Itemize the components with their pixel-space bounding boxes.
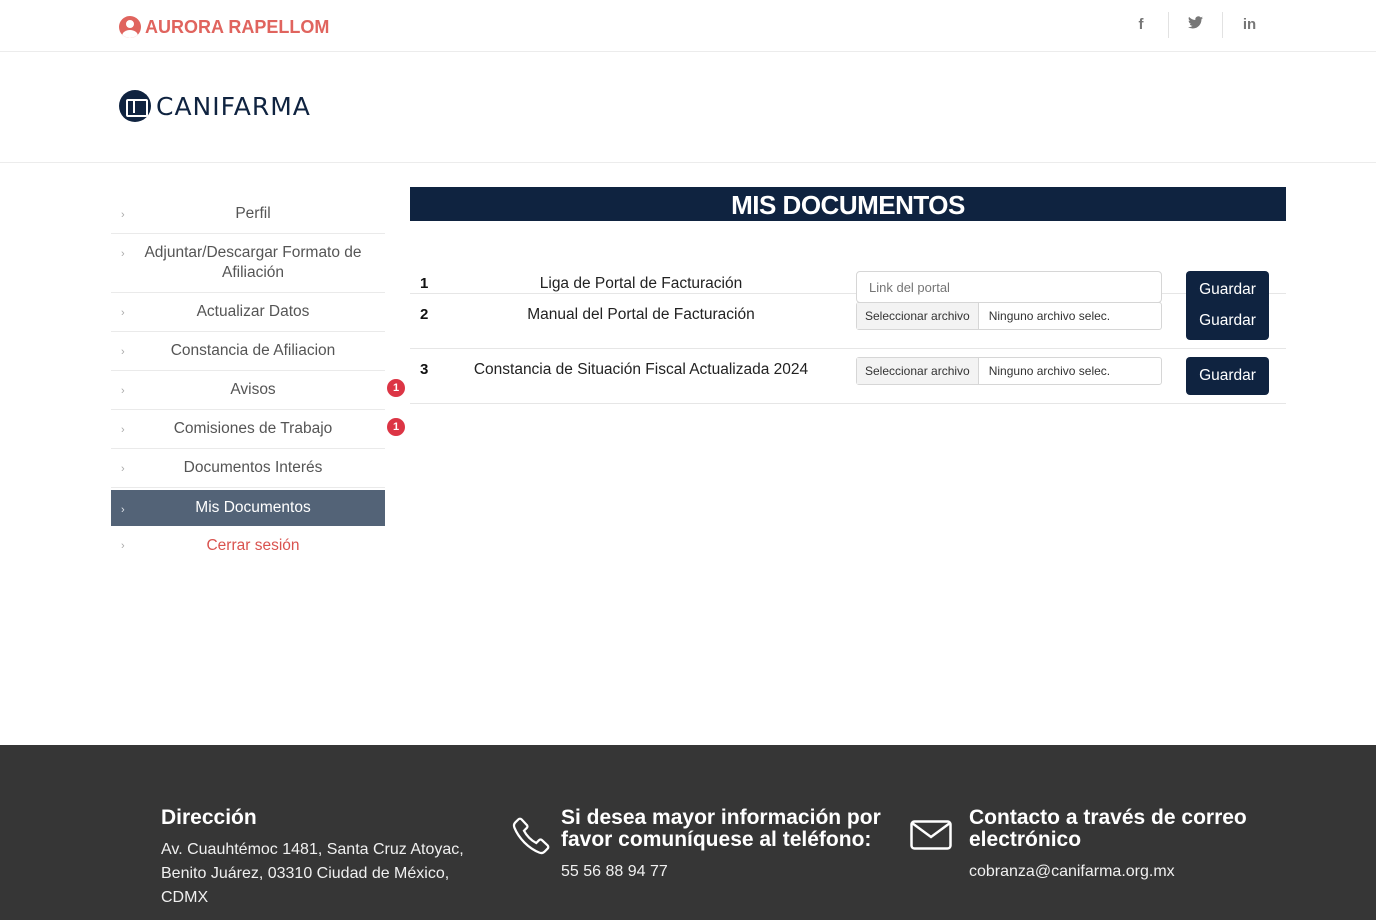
document-row: 2 Manual del Portal de Facturación Selec…: [410, 294, 1286, 349]
user-circle-icon: [119, 16, 141, 38]
file-input[interactable]: Seleccionar archivo Ninguno archivo sele…: [856, 302, 1162, 330]
facebook-icon[interactable]: f: [1114, 12, 1168, 38]
file-status-text: Ninguno archivo selec.: [988, 364, 1111, 378]
social-links: f in: [1114, 12, 1276, 38]
main-content: MIS DOCUMENTOS 1 Liga de Portal de Factu…: [410, 187, 1286, 404]
site-footer: Dirección Av. Cuauhtémoc 1481, Santa Cru…: [0, 745, 1376, 920]
email-title: Contacto a través de correo electrónico: [969, 807, 1289, 851]
sidebar-item-constancia[interactable]: › Constancia de Afiliacion: [111, 332, 385, 371]
select-file-button[interactable]: Seleccionar archivo: [857, 358, 979, 384]
canifarma-logo[interactable]: CANIFARMA: [119, 90, 311, 122]
twitter-icon[interactable]: [1168, 12, 1222, 38]
phone-number[interactable]: 55 56 88 94 77: [561, 860, 901, 884]
sidebar-item-label: Actualizar Datos: [196, 303, 310, 320]
phone-title: Si desea mayor información por favor com…: [561, 807, 901, 851]
sidebar-item-formato-afiliacion[interactable]: › Adjuntar/Descargar Formato de Afiliaci…: [111, 234, 385, 293]
address-line: Benito Juárez, 03310 Ciudad de México,: [161, 865, 450, 882]
document-name: Constancia de Situación Fiscal Actualiza…: [473, 361, 809, 378]
sidebar-item-label: Documentos Interés: [183, 459, 323, 476]
chevron-right-icon: ›: [121, 346, 125, 358]
sidebar-item-actualizar-datos[interactable]: › Actualizar Datos: [111, 293, 385, 332]
sidebar-item-label: Constancia de Afiliacion: [170, 342, 336, 359]
email-address[interactable]: cobranza@canifarma.org.mx: [969, 860, 1289, 884]
address-text: Av. Cuauhtémoc 1481, Santa Cruz Atoyac, …: [161, 838, 481, 910]
envelope-icon: [910, 820, 952, 850]
page-title: MIS DOCUMENTOS: [410, 187, 1286, 221]
sidebar-item-avisos[interactable]: › Avisos 1: [111, 371, 407, 410]
sidebar-item-documentos-interes[interactable]: › Documentos Interés: [111, 449, 385, 488]
file-input[interactable]: Seleccionar archivo Ninguno archivo sele…: [856, 357, 1162, 385]
address-line: Av. Cuauhtémoc 1481, Santa Cruz Atoyac,: [161, 841, 464, 858]
notification-badge: 1: [385, 416, 407, 438]
row-number: 3: [420, 361, 429, 378]
chevron-right-icon: ›: [121, 385, 125, 397]
phone-title-line: Si desea mayor información por: [561, 806, 881, 829]
email-title-line: electrónico: [969, 828, 1082, 851]
chevron-right-icon: ›: [121, 209, 125, 221]
user-name: AURORA RAPELLOM: [145, 16, 330, 37]
chevron-right-icon: ›: [121, 424, 125, 436]
document-row: 3 Constancia de Situación Fiscal Actuali…: [410, 349, 1286, 404]
sidebar-item-label: Mis Documentos: [195, 499, 311, 516]
sidebar-item-label: Perfil: [235, 205, 271, 222]
phone-icon: [512, 817, 550, 855]
document-row: 1 Liga de Portal de Facturación Guardar: [410, 221, 1286, 309]
chevron-right-icon: ›: [121, 504, 125, 516]
phone-title-line: favor comuníquese al teléfono:: [561, 828, 872, 851]
document-name: Manual del Portal de Facturación: [527, 306, 755, 323]
footer-phone: Si desea mayor información por favor com…: [561, 807, 901, 884]
save-button[interactable]: Guardar: [1186, 302, 1269, 340]
row-number: 2: [420, 306, 429, 323]
sidebar-item-comisiones[interactable]: › Comisiones de Trabajo 1: [111, 410, 407, 449]
sidebar-item-label: Comisiones de Trabajo: [173, 420, 333, 437]
sidebar-item-mis-documentos[interactable]: › Mis Documentos: [111, 490, 385, 526]
footer-address: Dirección Av. Cuauhtémoc 1481, Santa Cru…: [161, 807, 481, 910]
save-button[interactable]: Guardar: [1186, 357, 1269, 395]
logo-mark-icon: [119, 90, 151, 122]
chevron-right-icon: ›: [121, 307, 125, 319]
select-file-button[interactable]: Seleccionar archivo: [857, 303, 979, 329]
sidebar-item-cerrar-sesion[interactable]: › Cerrar sesión: [111, 526, 385, 565]
footer-email: Contacto a través de correo electrónico …: [969, 807, 1289, 884]
chevron-right-icon: ›: [121, 540, 125, 552]
user-menu[interactable]: AURORA RAPELLOM: [119, 16, 329, 38]
chevron-right-icon: ›: [121, 463, 125, 475]
sidebar-menu: › Perfil › Adjuntar/Descargar Formato de…: [111, 195, 407, 565]
sidebar-item-label: Avisos: [230, 381, 276, 398]
sidebar-item-label: Adjuntar/Descargar Formato de Afiliación: [144, 244, 362, 281]
file-status-text: Ninguno archivo selec.: [988, 309, 1111, 323]
row-number: 1: [420, 275, 429, 292]
top-bar: AURORA RAPELLOM f in: [0, 0, 1376, 52]
logo-text: CANIFARMA: [156, 91, 311, 121]
address-title: Dirección: [161, 806, 257, 829]
sidebar-item-label: Cerrar sesión: [206, 536, 300, 554]
document-name: Liga de Portal de Facturación: [539, 275, 743, 292]
sidebar-item-perfil[interactable]: › Perfil: [111, 195, 385, 234]
twitter-bird-icon: [1188, 16, 1203, 29]
site-header: CANIFARMA: [0, 52, 1376, 163]
linkedin-icon[interactable]: in: [1222, 12, 1276, 38]
email-title-line: Contacto a través de correo: [969, 806, 1247, 829]
chevron-right-icon: ›: [121, 248, 125, 260]
address-line: CDMX: [161, 889, 209, 906]
notification-badge: 1: [385, 377, 407, 399]
